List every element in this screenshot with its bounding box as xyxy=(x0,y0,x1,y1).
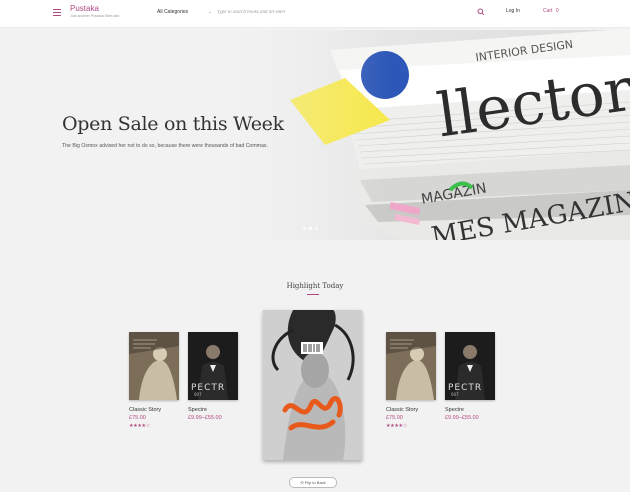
book-title[interactable]: Spectre xyxy=(188,407,207,413)
book-price: £9.99–£55.00 xyxy=(188,415,222,421)
book-price: £75.00 xyxy=(386,415,403,421)
slider-dots xyxy=(303,227,323,232)
book-cover-classic-story[interactable] xyxy=(386,332,436,400)
classic-story-cover-art xyxy=(129,332,179,400)
book-cover-classic-story[interactable] xyxy=(129,332,179,400)
book-title[interactable]: Classic Story xyxy=(386,407,418,413)
search-input[interactable] xyxy=(217,7,467,18)
hero-title: Open Sale on this Week xyxy=(62,113,284,135)
book-title[interactable]: Spectre xyxy=(445,407,464,413)
magazines-image: llector INTERIOR DESIGN MES MAGAZIN MAGA… xyxy=(0,30,630,240)
classic-story-cover-art xyxy=(386,332,436,400)
flip-to-back-label: Flip to Back xyxy=(304,480,326,485)
book-price: £9.99–£55.00 xyxy=(445,415,479,421)
book-price: £75.00 xyxy=(129,415,146,421)
flip-icon: ⟲ xyxy=(300,480,304,485)
featured-cover-art xyxy=(263,310,362,460)
spectre-cover-art: PECTR 007 xyxy=(445,332,495,400)
section-title: Highlight Today xyxy=(286,282,344,290)
slider-dot-active[interactable] xyxy=(309,227,312,230)
book-cover-spectre[interactable]: PECTR 007 xyxy=(445,332,495,400)
site-header: Pustaka Just another Pustaka Sites site … xyxy=(0,0,630,28)
cart-label: Cart xyxy=(543,8,553,14)
slider-dot[interactable] xyxy=(303,227,306,230)
svg-text:007: 007 xyxy=(194,392,202,397)
book-rating: ★★★★☆ xyxy=(129,423,150,429)
flip-to-back-button[interactable]: ⟲ Flip to Back xyxy=(289,477,337,488)
svg-text:007: 007 xyxy=(451,392,459,397)
site-logo[interactable]: Pustaka xyxy=(70,4,99,13)
cart-count: 0 xyxy=(555,8,559,14)
book-cover-spectre[interactable]: PECTR 007 xyxy=(188,332,238,400)
cart-link[interactable]: Cart 0 xyxy=(543,8,559,14)
book-title[interactable]: Classic Story xyxy=(129,407,161,413)
search-icon[interactable] xyxy=(476,7,486,17)
spectre-cover-art: PECTR 007 xyxy=(188,332,238,400)
hero-subtitle: The Big Oxmox advised her not to do so, … xyxy=(62,143,268,149)
hero-banner[interactable]: llector INTERIOR DESIGN MES MAGAZIN MAGA… xyxy=(0,30,630,240)
menu-icon[interactable] xyxy=(53,9,61,16)
category-select-label: All Categories xyxy=(157,9,189,15)
site-tagline: Just another Pustaka Sites site xyxy=(70,14,120,18)
chevron-down-icon: ⌄ xyxy=(207,9,212,15)
section-divider xyxy=(307,294,319,295)
category-select[interactable]: All Categories ⌄ xyxy=(157,7,212,18)
book-rating: ★★★★☆ xyxy=(386,423,407,429)
login-link[interactable]: Log In xyxy=(506,8,520,14)
featured-book-cover[interactable] xyxy=(263,310,362,460)
slider-dot[interactable] xyxy=(315,227,318,230)
